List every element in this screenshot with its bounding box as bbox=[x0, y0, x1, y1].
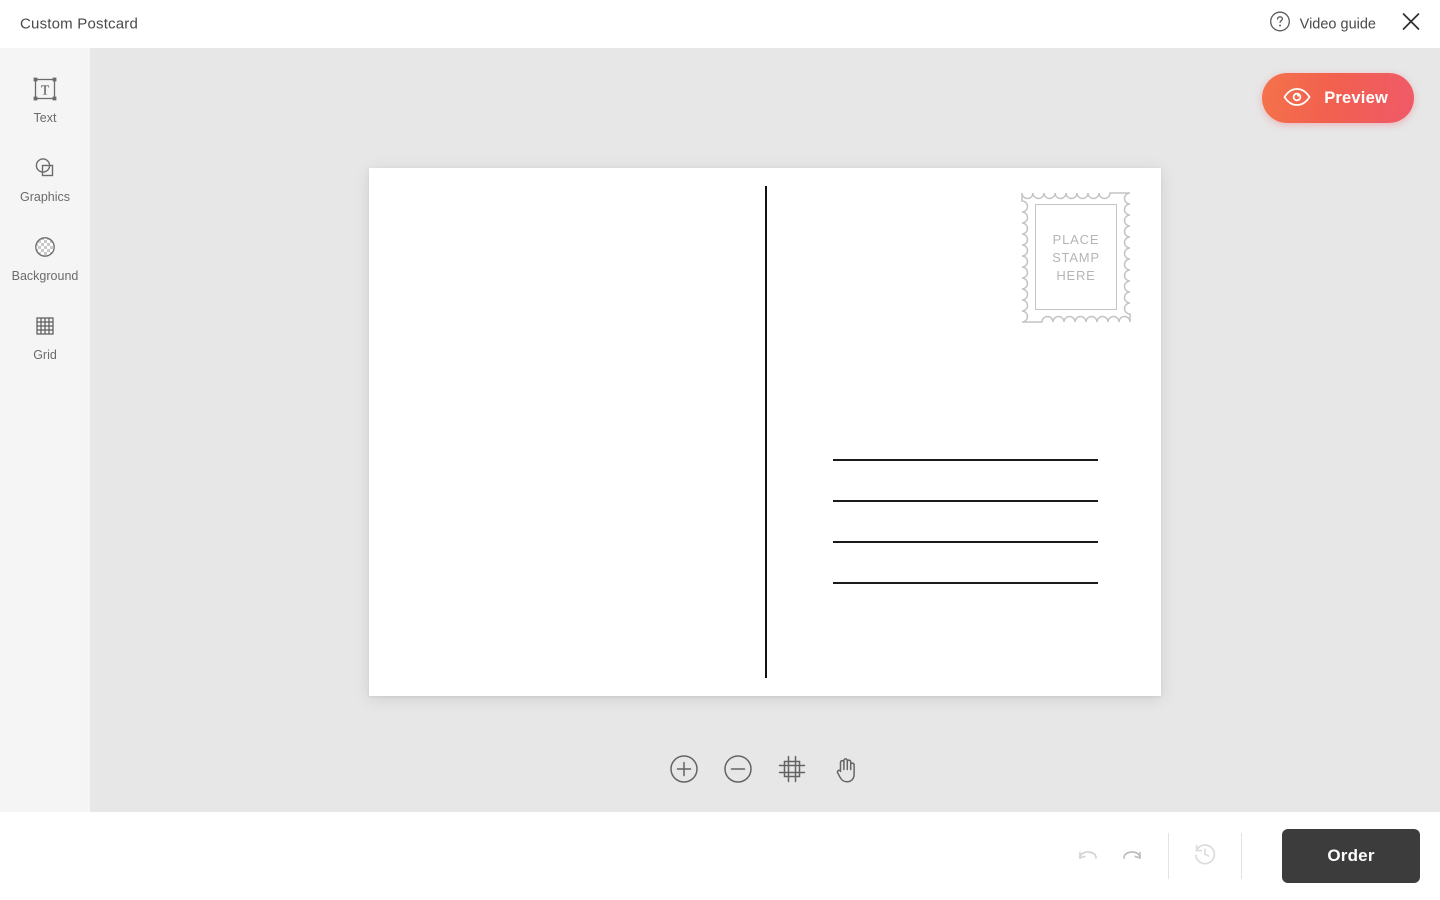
header-actions: Video guide bbox=[1269, 11, 1424, 38]
grid-icon bbox=[30, 311, 60, 341]
address-line[interactable] bbox=[833, 459, 1098, 461]
eye-icon bbox=[1282, 86, 1312, 111]
sidebar-item-text[interactable]: T Text bbox=[0, 74, 90, 125]
text-frame-icon: T bbox=[30, 74, 60, 104]
redo-button[interactable] bbox=[1110, 834, 1154, 878]
hand-icon bbox=[830, 753, 862, 790]
question-circle-icon bbox=[1269, 11, 1291, 38]
sidebar-item-label: Background bbox=[11, 269, 79, 283]
order-button[interactable]: Order bbox=[1282, 829, 1420, 883]
address-line[interactable] bbox=[833, 582, 1098, 584]
sidebar-item-background[interactable]: Background bbox=[0, 232, 90, 283]
header-bar: Custom Postcard Video guide bbox=[0, 0, 1440, 48]
stamp-text-line: STAMP bbox=[1052, 249, 1100, 265]
zoom-in-button[interactable] bbox=[666, 753, 702, 789]
address-line[interactable] bbox=[833, 541, 1098, 543]
page-title: Custom Postcard bbox=[20, 15, 139, 33]
left-sidebar: T Text Graphics Background Grid bbox=[0, 48, 90, 812]
close-icon bbox=[1399, 10, 1423, 39]
address-lines bbox=[833, 459, 1098, 584]
address-line[interactable] bbox=[833, 500, 1098, 502]
postcard-center-divider bbox=[765, 186, 767, 678]
sidebar-item-graphics[interactable]: Graphics bbox=[0, 153, 90, 204]
sidebar-item-grid[interactable]: Grid bbox=[0, 311, 90, 362]
footer-divider bbox=[1168, 833, 1169, 879]
shapes-icon bbox=[30, 153, 60, 183]
history-clock-icon bbox=[1190, 839, 1220, 874]
stamp-text-line: PLACE bbox=[1052, 231, 1100, 247]
close-button[interactable] bbox=[1398, 11, 1424, 37]
crop-frame-icon bbox=[776, 753, 808, 790]
checkered-circle-icon bbox=[30, 232, 60, 262]
preview-button-label: Preview bbox=[1324, 88, 1388, 107]
sidebar-item-label: Text bbox=[33, 111, 57, 125]
video-guide-label: Video guide bbox=[1299, 16, 1376, 32]
footer-bar: Order bbox=[0, 812, 1440, 900]
plus-circle-icon bbox=[668, 753, 700, 790]
footer-divider bbox=[1241, 833, 1242, 879]
stamp-text-line: HERE bbox=[1056, 267, 1096, 283]
editor-area: T Text Graphics Background Grid Preview … bbox=[0, 48, 1440, 812]
postcard-preview[interactable]: PLACE STAMP HERE bbox=[369, 168, 1161, 696]
stamp-inner-frame: PLACE STAMP HERE bbox=[1035, 204, 1117, 310]
zoom-out-button[interactable] bbox=[720, 753, 756, 789]
preview-button[interactable]: Preview bbox=[1262, 73, 1414, 123]
zoom-toolbar bbox=[666, 753, 864, 789]
minus-circle-icon bbox=[722, 753, 754, 790]
undo-arrow-icon bbox=[1073, 839, 1103, 874]
history-button[interactable] bbox=[1183, 834, 1227, 878]
svg-text:T: T bbox=[41, 83, 50, 98]
undo-button[interactable] bbox=[1066, 834, 1110, 878]
sidebar-item-label: Graphics bbox=[19, 190, 71, 204]
pan-button[interactable] bbox=[828, 753, 864, 789]
sidebar-item-label: Grid bbox=[33, 348, 57, 362]
fit-to-screen-button[interactable] bbox=[774, 753, 810, 789]
redo-arrow-icon bbox=[1117, 839, 1147, 874]
video-guide-button[interactable]: Video guide bbox=[1269, 11, 1376, 38]
postcard-editor-app: Custom Postcard Video guide T Text Graph… bbox=[0, 0, 1440, 900]
stamp-placeholder[interactable]: PLACE STAMP HERE bbox=[1018, 185, 1134, 330]
design-canvas[interactable]: Preview PLACE STAMP HERE bbox=[90, 48, 1440, 812]
footer-actions: Order bbox=[1066, 829, 1420, 883]
